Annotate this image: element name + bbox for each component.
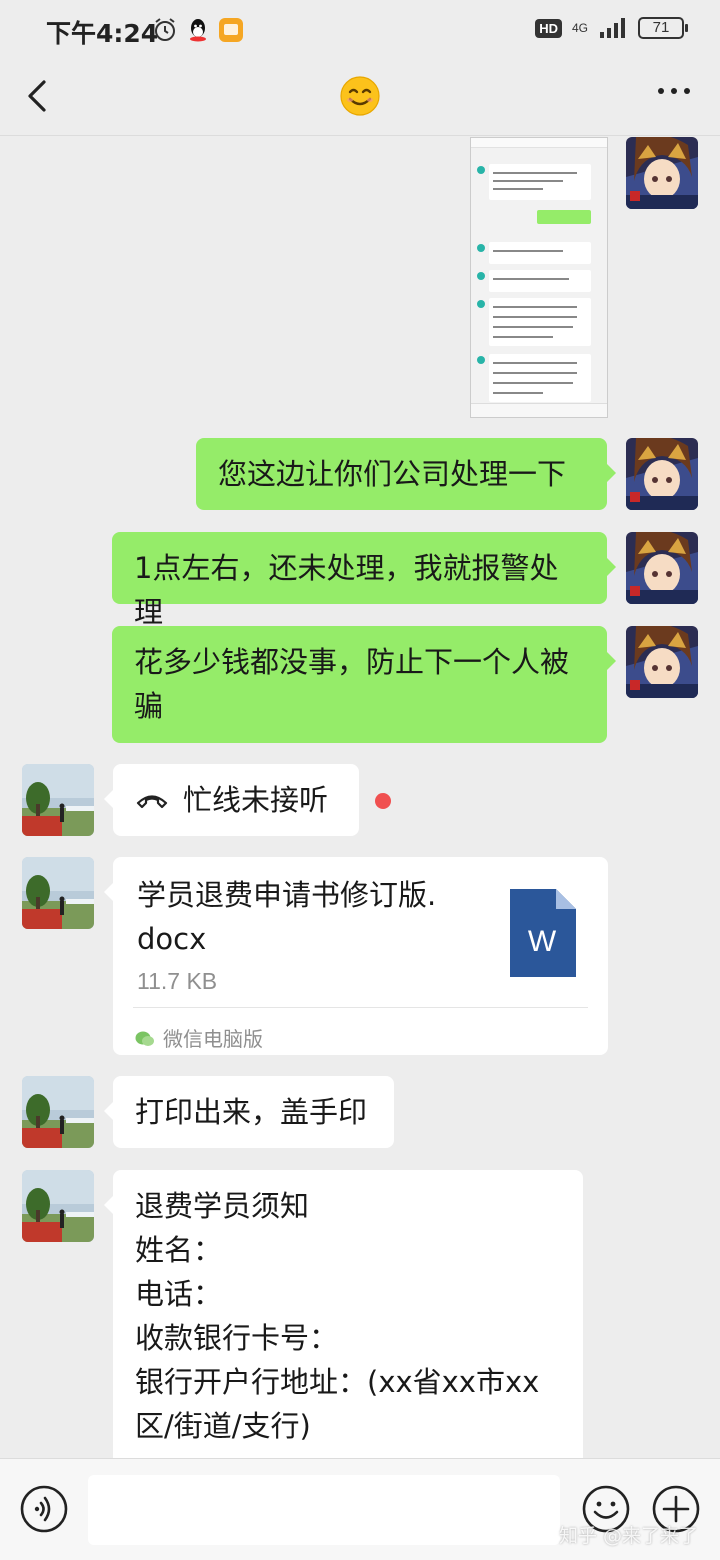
alarm-icon (155, 18, 175, 41)
hd-badge: HD (535, 18, 562, 38)
message-text-line: 退费学员须知 (135, 1189, 310, 1223)
watermark: 知乎 @来了来了 (558, 1525, 698, 1547)
my-avatar[interactable] (626, 532, 698, 604)
wechat-icon (135, 1031, 154, 1046)
network-type: 4G (571, 21, 588, 35)
unread-dot (375, 793, 391, 809)
svg-text:W: W (528, 925, 557, 958)
message-text-line: 银行开户行地址：(xx省xx市xx (135, 1365, 540, 1399)
contact-avatar[interactable] (22, 857, 94, 929)
message-bubble[interactable]: 您这边让你们公司处理一下 (196, 438, 616, 510)
my-avatar[interactable] (626, 438, 698, 510)
my-avatar[interactable] (626, 626, 698, 698)
message-list[interactable]: 您这边让你们公司处理一下 1点左右，还未处理，我就报警处理 花多少钱都没事，防止… (0, 137, 720, 1458)
file-size: 11.7 KB (137, 968, 218, 994)
smiling-face-emoji (340, 76, 380, 116)
signal-icon (600, 18, 625, 38)
file-name: 学员退费申请书修订版. docx (137, 878, 437, 956)
message-text-line: 花多少钱都没事，防止下一个人被 (134, 645, 570, 679)
my-avatar[interactable] (626, 137, 698, 209)
message-bubble[interactable]: 退费学员须知 姓名： 电话： 收款银行卡号： 银行开户行地址：(xx省xx市xx… (104, 1170, 583, 1458)
contact-avatar[interactable] (22, 1076, 94, 1148)
chevron-left-icon[interactable] (20, 74, 60, 118)
voice-icon[interactable] (20, 1485, 68, 1533)
message-text-line: 姓名： (135, 1233, 223, 1267)
message-text: 您这边让你们公司处理一下 (218, 457, 567, 491)
divider (133, 1007, 588, 1008)
phone-hangup-icon (136, 795, 168, 809)
image-message[interactable] (470, 137, 608, 418)
message-text-line: 骗 (134, 689, 164, 723)
status-bar: 下午4:24 HD 4G 71 (0, 0, 720, 60)
input-bar: 知乎 @来了来了 (0, 1458, 720, 1560)
message-text: 1点左右，还未处理，我就报警处理 (134, 551, 559, 629)
more-options-button[interactable] (658, 88, 690, 94)
message-bubble[interactable]: 花多少钱都没事，防止下一个人被 骗 (112, 626, 616, 743)
contact-avatar[interactable] (22, 764, 94, 836)
status-time: 下午4:24 (46, 19, 159, 48)
file-source: 微信电脑版 (135, 1017, 263, 1061)
chat-header (0, 60, 720, 136)
message-bubble[interactable]: 1点左右，还未处理，我就报警处理 (112, 532, 616, 629)
message-bubble[interactable]: 打印出来，盖手印 (104, 1076, 394, 1148)
battery-indicator: 71 (638, 17, 688, 39)
message-text-line: 区/街道/支行) (135, 1409, 311, 1443)
message-text: 打印出来，盖手印 (135, 1095, 368, 1129)
message-text-line: 收款银行卡号： (135, 1321, 339, 1355)
gallery-app-icon (219, 18, 243, 42)
call-status-text: 忙线未接听 (183, 783, 329, 817)
qq-icon (190, 19, 206, 42)
word-document-icon: W (510, 889, 576, 977)
file-message[interactable]: 学员退费申请书修订版. docx 11.7 KB W 微信电脑版 (104, 857, 608, 1055)
message-input[interactable] (88, 1475, 560, 1545)
contact-avatar[interactable] (22, 1170, 94, 1242)
message-text-line: 电话： (135, 1277, 223, 1311)
call-record-message[interactable]: 忙线未接听 (104, 764, 359, 836)
